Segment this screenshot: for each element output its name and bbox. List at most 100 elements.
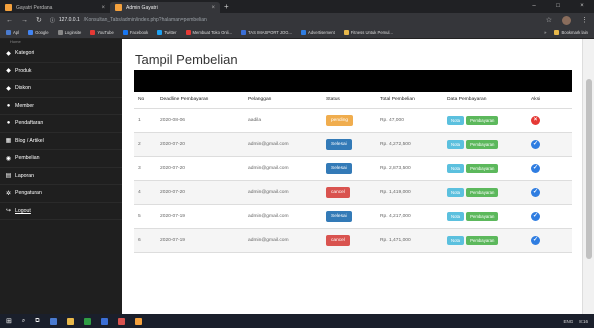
bookmark-label: Facebook xyxy=(129,30,149,35)
info-icon[interactable]: ⓘ xyxy=(50,17,55,24)
new-tab-button[interactable]: + xyxy=(224,2,229,11)
cell-deadline: 2020-07-20 xyxy=(156,156,244,181)
page-scrollbar[interactable] xyxy=(582,39,594,314)
page-title: Tampil Pembelian xyxy=(135,52,238,67)
column-header: Status xyxy=(322,92,376,109)
pembayaran-button[interactable]: Pembayaran xyxy=(466,235,499,245)
cell-no: 2 xyxy=(134,132,156,157)
back-icon[interactable]: ← xyxy=(6,17,13,24)
cell-aksi: ✓ xyxy=(527,132,572,157)
column-header: Pelanggan xyxy=(244,92,322,109)
close-window-button[interactable]: × xyxy=(570,0,594,13)
bookmark-favicon-icon xyxy=(343,30,349,35)
check-icon[interactable]: ✓ xyxy=(531,139,540,149)
search-icon[interactable]: ⌕ xyxy=(22,318,25,325)
table-row: 1 2020-08-06 aadila pending Rp. 47,000 Nota Pe… xyxy=(134,108,572,133)
blog-icon: ▦ xyxy=(5,138,12,145)
pembayaran-button[interactable]: Pembayaran xyxy=(466,211,499,221)
system-tray[interactable]: ENG 8:16 xyxy=(563,319,588,324)
nota-button[interactable]: Nota xyxy=(447,163,465,173)
bookmark-item[interactable]: Facebook xyxy=(122,30,149,35)
browser-tab[interactable]: Gayatri Perdana × xyxy=(0,2,110,13)
pembayaran-button[interactable]: Pembayaran xyxy=(466,115,499,125)
bookmark-label: Membuat Toko Onli... xyxy=(192,30,233,35)
browser-tab-active[interactable]: Admin Gayatri × xyxy=(110,2,220,13)
other-bookmarks-button[interactable]: Bookmark lain xyxy=(554,30,588,35)
bookmark-item[interactable]: Advertisement xyxy=(301,30,335,35)
tray-lang: ENG xyxy=(563,318,574,324)
delete-icon[interactable]: × xyxy=(531,115,540,125)
url-field[interactable]: ⓘ 127.0.0.1/Konsultan_Tabs/admin/index.p… xyxy=(50,17,538,24)
cell-deadline: 2020-07-19 xyxy=(156,204,244,229)
scrollbar-thumb[interactable] xyxy=(586,79,592,259)
star-icon[interactable]: ☆ xyxy=(546,16,552,24)
app-taskbar-icon[interactable] xyxy=(49,317,57,325)
cell-no: 3 xyxy=(134,156,156,181)
gear-icon: ✲ xyxy=(5,190,12,197)
logout-icon: ↪ xyxy=(5,208,12,215)
pembayaran-button[interactable]: Pembayaran xyxy=(466,187,499,197)
bookmark-item[interactable]: Twitter xyxy=(157,30,177,35)
sidebar-item-pengaturan[interactable]: ✲ Pengaturan xyxy=(0,185,122,203)
task-view-icon[interactable]: ⧉ xyxy=(35,318,39,325)
nota-button[interactable]: Nota xyxy=(447,211,465,221)
maximize-button[interactable]: □ xyxy=(546,0,570,13)
user-icon: ● xyxy=(6,102,11,109)
forward-icon[interactable]: → xyxy=(21,17,28,24)
sidebar-item-member[interactable]: ● Member xyxy=(0,98,122,115)
check-icon[interactable]: ✓ xyxy=(531,211,540,221)
sidebar-item-label: Kategori xyxy=(15,50,35,57)
bookmark-favicon-icon xyxy=(90,30,96,35)
check-icon[interactable]: ✓ xyxy=(531,235,540,245)
app-taskbar-icon[interactable] xyxy=(134,317,142,325)
close-tab-icon[interactable]: × xyxy=(211,5,215,11)
folder-taskbar-icon[interactable] xyxy=(66,317,74,325)
minimize-button[interactable]: – xyxy=(522,0,546,13)
check-icon[interactable]: ✓ xyxy=(531,187,540,197)
pembayaran-button[interactable]: Pembayaran xyxy=(466,139,499,149)
sidebar-item-laporan[interactable]: ▤ Laporan xyxy=(0,168,122,185)
menu-dots-icon[interactable]: ⋮ xyxy=(581,16,588,24)
app-taskbar-icon[interactable] xyxy=(117,317,125,325)
bookmarks-more-button[interactable]: » xyxy=(544,30,546,35)
bookmark-item[interactable]: Apl xyxy=(6,30,19,35)
tab-title: Gayatri Perdana xyxy=(16,4,53,11)
nota-button[interactable]: Nota xyxy=(447,235,465,245)
app-taskbar-icon[interactable] xyxy=(100,317,108,325)
sidebar-item-diskon[interactable]: ◆ Diskon xyxy=(0,80,122,98)
nota-button[interactable]: Nota xyxy=(447,187,465,197)
cell-data-pembayaran: Nota Pembayaran xyxy=(443,108,527,133)
sidebar-item-kategori[interactable]: ◆ Kategori xyxy=(0,45,122,63)
check-icon[interactable]: ✓ xyxy=(531,163,540,173)
sidebar-item-logout[interactable]: ↪ Logout xyxy=(0,203,122,220)
profile-avatar[interactable] xyxy=(562,15,571,25)
sidebar-item-pendaftaran[interactable]: ● Pendaftaran xyxy=(0,115,122,133)
sidebar-item-produk[interactable]: ◆ Produk xyxy=(0,63,122,80)
bookmark-favicon-icon xyxy=(57,30,63,35)
pembayaran-button[interactable]: Pembayaran xyxy=(466,163,499,173)
nota-button[interactable]: Nota xyxy=(447,139,465,149)
sidebar-item-pembelian[interactable]: ◉ Pembelian xyxy=(0,150,122,168)
sidebar-item-blog-artikel[interactable]: ▦ Blog / Artikel xyxy=(0,133,122,150)
bookmark-item[interactable]: YouTube xyxy=(90,30,114,35)
nota-button[interactable]: Nota xyxy=(447,115,465,125)
close-tab-icon[interactable]: × xyxy=(101,5,105,11)
bookmark-favicon-icon xyxy=(241,30,247,35)
column-header: No xyxy=(134,92,156,109)
bookmark-item[interactable]: TAS IMASPORT JOG... xyxy=(241,30,292,35)
bookmark-item[interactable]: Google xyxy=(28,30,49,35)
bookmark-item[interactable]: Loginsite xyxy=(57,30,81,35)
bookmark-item[interactable]: Fitness Untuk Pemul... xyxy=(343,30,393,35)
cell-no: 4 xyxy=(134,180,156,205)
tray-time: 8:16 xyxy=(579,318,588,324)
windows-start-icon[interactable]: ⊞ xyxy=(6,317,12,325)
tag-icon: ◆ xyxy=(6,85,11,92)
bookmark-item[interactable]: Membuat Toko Onli... xyxy=(185,30,233,35)
sidebar-item-label: Diskon xyxy=(15,85,31,92)
cell-data-pembayaran: Nota Pembayaran xyxy=(443,180,527,205)
bookmarks-bar: Apl Google Loginsite YouTube Facebook Twitter… xyxy=(0,27,594,39)
sidebar-item-label: Pembelian xyxy=(15,155,40,162)
bookmark-favicon-icon xyxy=(6,30,11,35)
browser-taskbar-icon[interactable] xyxy=(83,317,91,325)
reload-icon[interactable]: ↻ xyxy=(36,16,42,24)
